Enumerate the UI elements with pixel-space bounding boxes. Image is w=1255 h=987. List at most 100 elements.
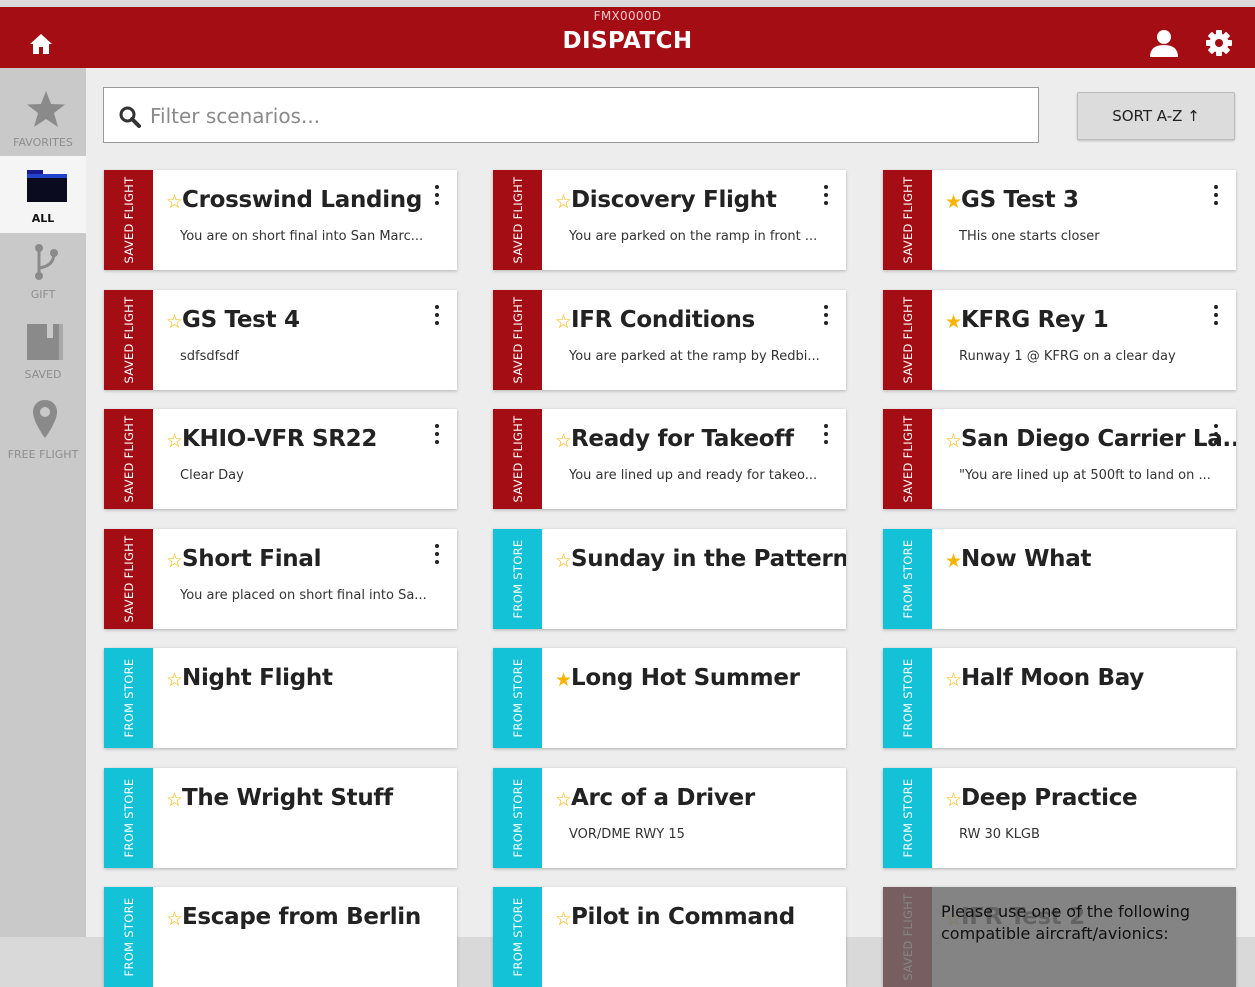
source-tag: SAVED FLIGHT: [104, 170, 153, 270]
scenario-card[interactable]: FROM STORE ☆ Arc of a Driver VOR/DME RWY 15: [493, 767, 846, 868]
scenario-card[interactable]: SAVED FLIGHT ☆ KHIO-VFR SR22 Clear Day: [104, 409, 457, 509]
page-title: DISPATCH: [562, 28, 693, 54]
more-options-icon[interactable]: [822, 304, 830, 330]
source-tag-label: FROM STORE: [510, 539, 525, 618]
scenario-card[interactable]: SAVED FLIGHT ★ KFRG Rey 1 Runway 1 @ KFRG o…: [883, 289, 1236, 390]
filter-box[interactable]: [103, 87, 1039, 143]
source-tag: FROM STORE: [493, 887, 542, 987]
scenario-card[interactable]: SAVED FLIGHT ☆ GS Test 4 sdfsdfsdf: [104, 289, 457, 390]
scenario-title: Arc of a Driver: [571, 784, 755, 811]
sidebar-item-all[interactable]: ALL: [0, 156, 86, 233]
scenario-card[interactable]: FROM STORE ★ Long Hot Summer: [493, 648, 846, 748]
menu-dot: [824, 320, 828, 325]
favorite-star-outline-icon[interactable]: ☆: [555, 788, 572, 812]
source-tag-label: SAVED FLIGHT: [900, 415, 915, 503]
gear-icon[interactable]: [1205, 29, 1233, 57]
source-tag: SAVED FLIGHT: [883, 170, 932, 270]
scenario-card[interactable]: SAVED FLIGHT ☆ Crosswind Landing You are on…: [104, 170, 457, 270]
user-icon[interactable]: [1149, 29, 1179, 57]
menu-dot: [435, 185, 439, 189]
favorite-star-outline-icon[interactable]: ☆: [555, 190, 572, 214]
favorite-star-filled-icon[interactable]: ★: [945, 190, 962, 214]
source-tag: FROM STORE: [104, 887, 153, 987]
scenario-card[interactable]: SAVED FLIGHT ☆ Discovery Flight You are par…: [493, 170, 846, 270]
source-tag-label: FROM STORE: [121, 658, 136, 738]
favorite-star-outline-icon[interactable]: ☆: [555, 549, 572, 573]
menu-dot: [435, 424, 439, 428]
sidebar-item-label: FREE FLIGHT: [7, 448, 79, 461]
menu-dot: [435, 312, 439, 317]
menu-dot: [1214, 320, 1218, 325]
more-options-icon[interactable]: [433, 423, 441, 449]
scenario-title: Sunday in the Pattern: [571, 545, 846, 572]
more-options-icon[interactable]: [1212, 184, 1220, 210]
scenario-card[interactable]: FROM STORE ☆ Sunday in the Pattern: [493, 528, 846, 629]
favorite-star-outline-icon[interactable]: ☆: [166, 310, 183, 334]
scenario-card[interactable]: SAVED FLIGHT ★ GS Test 3 THis one starts cl…: [883, 170, 1236, 270]
more-options-icon[interactable]: [1212, 423, 1220, 449]
source-tag: SAVED FLIGHT: [493, 170, 542, 270]
more-options-icon[interactable]: [822, 423, 830, 449]
favorite-star-filled-icon[interactable]: ★: [555, 668, 572, 692]
sidebar-item-saved[interactable]: SAVED: [0, 318, 86, 388]
scenario-list: SORT A-Z ↑ SAVED FLIGHT☆Crosswind Landin…: [86, 68, 1255, 987]
favorite-star-outline-icon[interactable]: ☆: [166, 668, 183, 692]
menu-dot: [435, 432, 439, 436]
scenario-title: IFR Conditions: [571, 306, 755, 333]
more-options-icon[interactable]: [433, 184, 441, 210]
scenario-description: "You are lined up at 500ft to land on ..…: [959, 468, 1211, 483]
favorite-star-outline-icon[interactable]: ☆: [166, 429, 183, 453]
scenario-card[interactable]: FROM STORE ☆ Half Moon Bay: [883, 648, 1236, 748]
menu-dot: [435, 551, 439, 556]
source-tag: FROM STORE: [493, 767, 542, 868]
source-tag-label: SAVED FLIGHT: [900, 296, 915, 383]
home-icon[interactable]: [29, 33, 53, 55]
sidebar-item-free-flight[interactable]: FREE FLIGHT: [0, 398, 86, 468]
source-tag: SAVED FLIGHT: [493, 409, 542, 509]
source-tag-label: FROM STORE: [900, 658, 915, 738]
favorite-star-filled-icon[interactable]: ★: [945, 310, 962, 334]
favorite-star-outline-icon[interactable]: ☆: [166, 549, 183, 573]
more-options-icon[interactable]: [433, 543, 441, 569]
scenario-description: Runway 1 @ KFRG on a clear day: [959, 348, 1176, 364]
favorite-star-outline-icon[interactable]: ☆: [945, 668, 962, 692]
sidebar-item-gift[interactable]: GIFT: [0, 236, 86, 302]
menu-dot: [1214, 193, 1218, 197]
sidebar-item-label: FAVORITES: [13, 136, 73, 149]
favorite-star-filled-icon[interactable]: ★: [945, 549, 962, 573]
scenario-card[interactable]: FROM STORE ☆ Pilot in Command: [493, 887, 846, 987]
scenario-card[interactable]: SAVED FLIGHT ☆ Ready for Takeoff You are li…: [493, 409, 846, 509]
scenario-card[interactable]: FROM STORE ☆ The Wright Stuff: [104, 767, 457, 868]
more-options-icon[interactable]: [433, 304, 441, 330]
scenario-card[interactable]: SAVED FLIGHT ☆ IFR Conditions You are parke…: [493, 289, 846, 390]
scenario-title: Ready for Takeoff: [571, 426, 794, 452]
scenario-card[interactable]: FROM STORE ☆ Deep Practice RW 30 KLGB: [883, 767, 1236, 868]
source-tag: SAVED FLIGHT: [883, 409, 932, 509]
sort-button[interactable]: SORT A-Z ↑: [1077, 92, 1235, 140]
favorite-star-outline-icon[interactable]: ☆: [945, 788, 962, 812]
favorite-star-outline-icon[interactable]: ☆: [166, 907, 183, 931]
more-options-icon[interactable]: [1212, 304, 1220, 330]
favorite-star-outline-icon[interactable]: ☆: [555, 310, 572, 334]
scenario-card[interactable]: FROM STORE ☆ Night Flight: [104, 648, 457, 748]
favorite-star-outline-icon[interactable]: ☆: [166, 190, 183, 214]
favorite-star-outline-icon[interactable]: ☆: [166, 788, 183, 812]
source-tag-label: SAVED FLIGHT: [510, 296, 525, 383]
source-tag: SAVED FLIGHT: [104, 289, 153, 390]
scenario-title: Crosswind Landing: [182, 187, 423, 213]
scenario-card[interactable]: SAVED FLIGHT ☆ San Diego Carrier La... "You…: [883, 409, 1236, 509]
favorite-star-outline-icon[interactable]: ☆: [555, 907, 572, 931]
scenario-title: KHIO-VFR SR22: [182, 426, 378, 452]
scenario-card[interactable]: SAVED FLIGHT ☆ Short Final You are placed o…: [104, 528, 457, 629]
source-tag: FROM STORE: [883, 767, 932, 868]
sidebar-item-favorites[interactable]: FAVORITES: [0, 88, 86, 158]
filter-input[interactable]: [148, 98, 1012, 134]
source-tag: FROM STORE: [104, 767, 153, 868]
source-tag-label: SAVED FLIGHT: [510, 176, 525, 264]
favorite-star-outline-icon[interactable]: ☆: [555, 429, 572, 453]
scenario-card[interactable]: FROM STORE ☆ Escape from Berlin: [104, 887, 457, 987]
scenario-title: Discovery Flight: [571, 187, 777, 213]
favorite-star-outline-icon[interactable]: ☆: [945, 429, 962, 453]
more-options-icon[interactable]: [822, 184, 830, 210]
scenario-card[interactable]: FROM STORE ★ Now What: [883, 528, 1236, 629]
